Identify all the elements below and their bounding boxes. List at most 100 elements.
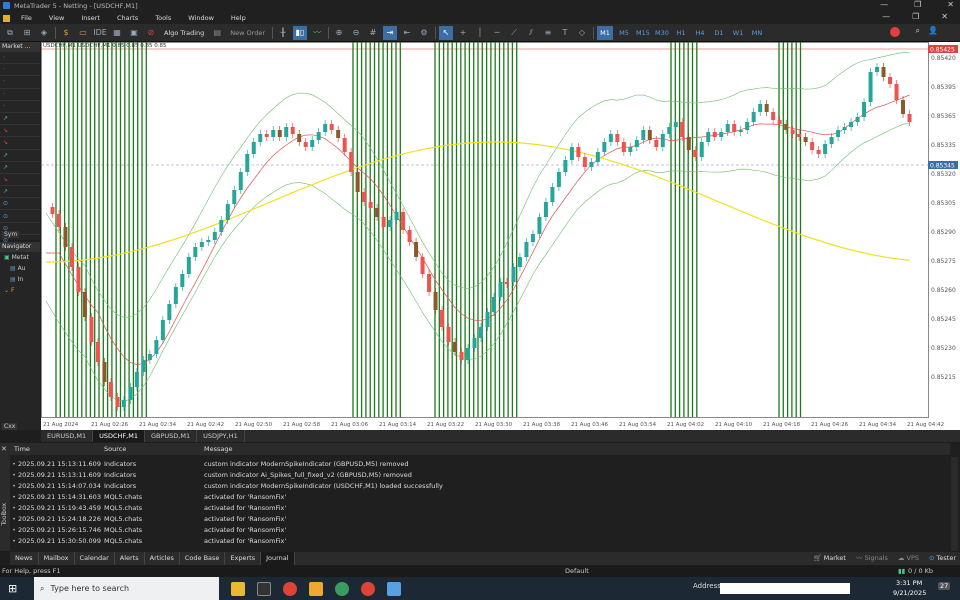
chart-tab-gbpusd[interactable]: GBPUSD,M1	[145, 430, 198, 442]
navigator-item[interactable]: ⌄ F	[0, 285, 40, 296]
market-watch-row[interactable]: ·	[0, 76, 40, 89]
close-icon[interactable]: ✕	[1, 445, 7, 453]
market-watch-row[interactable]: ·	[0, 52, 40, 65]
crosshair-icon[interactable]: +	[456, 26, 470, 40]
price-chart[interactable]: 0.85420 0.85395 0.85365 0.85335 0.85320 0.853…	[41, 42, 960, 430]
clock-time[interactable]: 3:31 PM	[896, 579, 922, 587]
toolbox-tab-news[interactable]: News	[10, 552, 39, 565]
toolbox-tab-articles[interactable]: Articles	[145, 552, 180, 565]
toolbox-tab-experts[interactable]: Experts	[225, 552, 262, 565]
child-minimize-button[interactable]: —	[882, 12, 890, 21]
lock-icon[interactable]: ▭	[76, 26, 90, 40]
notification-badge[interactable]: 27	[938, 582, 951, 590]
channel-icon[interactable]: ⫽	[524, 26, 538, 40]
market-watch-row[interactable]: ↗	[0, 162, 40, 174]
market-icon[interactable]: ◈	[37, 26, 51, 40]
navigator-item[interactable]: ▤ Au	[0, 263, 40, 274]
market-watch-row[interactable]: ↘	[0, 125, 40, 138]
market-watch-row[interactable]: ·	[0, 101, 40, 113]
candle-icon[interactable]: ▮▯	[293, 25, 307, 40]
zoom-in-icon[interactable]: ⊕	[332, 26, 346, 40]
line-chart-icon[interactable]: 〰	[310, 26, 324, 40]
ide-icon[interactable]: IDE	[93, 26, 107, 40]
tester-link[interactable]: ⊙ Tester	[929, 552, 956, 565]
scrollbar[interactable]	[951, 457, 958, 551]
new-order-icon[interactable]: ▤	[210, 26, 224, 40]
toolbox-tab-mailbox[interactable]: Mailbox	[39, 552, 75, 565]
market-watch-row[interactable]: ·	[0, 89, 40, 101]
journal-row[interactable]: • 2025.09.21 15:14:07.034 Indicators custom…	[10, 480, 950, 491]
journal-row[interactable]: • 2025.09.21 15:24:18.226 MQL5.chats activa…	[10, 513, 950, 524]
market-watch-row[interactable]: ↗	[0, 150, 40, 162]
close-button[interactable]: ✕	[947, 0, 954, 9]
maximize-button[interactable]: ❐	[914, 0, 921, 9]
timeframe-h4[interactable]: H4	[692, 26, 708, 40]
chart-canvas[interactable]: 0.854200.853950.853650.853350.853200.853…	[41, 42, 960, 430]
windows-start-icon[interactable]: ⊞	[8, 582, 17, 595]
timeframe-mn[interactable]: MN	[749, 26, 765, 40]
child-close-button[interactable]: ✕	[941, 12, 948, 21]
search-icon[interactable]: ⌕	[916, 26, 920, 36]
journal-row[interactable]: • 2025.09.21 15:26:15.746 MQL5.chats activa…	[10, 524, 950, 535]
market-watch-row[interactable]: ↗	[0, 186, 40, 199]
symbols-tab[interactable]: Sym	[2, 231, 20, 238]
chart-tab-usdjpy[interactable]: USDJPY,H1	[197, 430, 245, 442]
navigator-item[interactable]: ▤ In	[0, 274, 40, 285]
menu-tools[interactable]: Tools	[155, 14, 171, 22]
algo-trading-button[interactable]: Algo Trading	[161, 26, 207, 40]
menu-file[interactable]: File	[21, 14, 32, 22]
vps-link[interactable]: ☁ VPS	[898, 552, 919, 565]
market-watch-row[interactable]: ⊙	[0, 198, 40, 211]
chrome-profile-icon[interactable]	[361, 581, 375, 596]
menu-help[interactable]: Help	[231, 14, 246, 22]
metatrader-icon[interactable]	[257, 581, 271, 596]
toolbox-tab-code-base[interactable]: Code Base	[180, 552, 226, 565]
timeframe-d1[interactable]: D1	[711, 26, 727, 40]
horizontal-line-icon[interactable]: ─	[490, 26, 504, 40]
market-watch-row[interactable]: ↗	[0, 113, 40, 126]
indicators-icon[interactable]: ⚙	[417, 26, 431, 40]
navigator-item[interactable]: ▣ Metat	[0, 252, 40, 263]
toolbox-tab-calendar[interactable]: Calendar	[75, 552, 115, 565]
trendline-icon[interactable]: ⟋	[507, 26, 521, 40]
menu-view[interactable]: View	[49, 14, 64, 22]
autoscroll-icon[interactable]: ⇥	[383, 25, 397, 40]
chrome-icon[interactable]	[283, 581, 297, 596]
market-watch-row[interactable]: ⊙	[0, 210, 40, 223]
toolbox-tab-alerts[interactable]: Alerts	[115, 552, 145, 565]
menu-charts[interactable]: Charts	[117, 14, 138, 22]
journal-row[interactable]: • 2025.09.21 15:13:11.609 Indicators custom…	[10, 469, 950, 480]
bar-chart-icon[interactable]: ╫	[276, 26, 290, 40]
cursor-icon[interactable]: ↖	[439, 25, 453, 40]
grid-icon[interactable]: #	[366, 26, 380, 40]
text-icon[interactable]: T	[558, 26, 572, 40]
dollar-icon[interactable]: $	[59, 26, 73, 40]
market-watch-row[interactable]: ·	[0, 64, 40, 77]
signals-icon[interactable]: ▣	[127, 26, 141, 40]
common-tab[interactable]: Cxx	[2, 423, 18, 430]
new-order-button[interactable]: New Order	[227, 26, 268, 40]
journal-row[interactable]: • 2025.09.21 15:14:31.603 MQL5.chats activa…	[10, 491, 950, 502]
timeframe-w1[interactable]: W1	[730, 26, 746, 40]
chart-tab-eurusd[interactable]: EURUSD,M1	[41, 430, 94, 442]
signals-link[interactable]: 〰 Signals	[856, 552, 888, 565]
shapes-icon[interactable]: ◇	[575, 26, 589, 40]
column-time[interactable]: Time	[10, 445, 104, 453]
menu-window[interactable]: Window	[188, 14, 214, 22]
timeframe-m30[interactable]: M30	[654, 26, 670, 40]
taskbar-search[interactable]: ⌕ Type here to search	[34, 577, 219, 600]
market-watch-row[interactable]: ↘	[0, 174, 40, 187]
algo-trading-icon[interactable]: ⊘	[144, 26, 158, 40]
journal-row[interactable]: • 2025.09.21 15:30:50.099 MQL5.chats activa…	[10, 535, 950, 546]
clock-date[interactable]: 9/21/2025	[893, 589, 926, 597]
timeframe-m15[interactable]: M15	[635, 26, 651, 40]
chrome-alt-icon[interactable]	[335, 581, 349, 596]
profiles-icon[interactable]: ⊞	[20, 26, 34, 40]
zoom-out-icon[interactable]: ⊖	[349, 26, 363, 40]
timeframe-m1[interactable]: M1	[597, 25, 613, 40]
minimize-button[interactable]: —	[880, 0, 888, 9]
strategy-tester-icon[interactable]: ▦	[110, 26, 124, 40]
chart-tab-usdchf[interactable]: USDCHF,M1	[93, 430, 145, 442]
new-chart-icon[interactable]: ⧉	[3, 26, 17, 40]
file-explorer-icon[interactable]	[231, 581, 245, 596]
